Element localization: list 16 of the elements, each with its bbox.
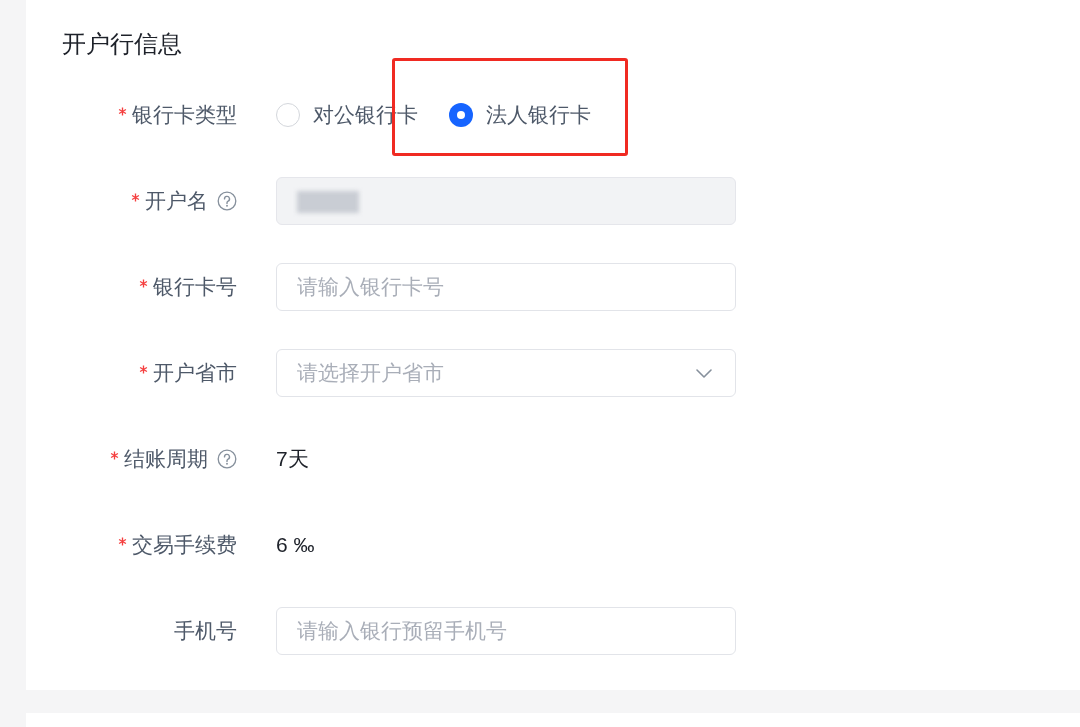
select-field[interactable]: 请选择开户省市 (276, 349, 736, 397)
field-label: 银行卡号 (153, 274, 237, 300)
field-label: 交易手续费 (132, 532, 237, 558)
field-label: 开户名 (145, 188, 208, 214)
field-label: 开户省市 (153, 360, 237, 386)
section-title: 开户行信息 (62, 29, 182, 59)
field-value: 6 ‰ (276, 532, 315, 558)
field-value: 7天 (276, 446, 309, 472)
text-input[interactable]: 请输入银行卡号 (276, 263, 736, 311)
radio-option[interactable]: 法人银行卡 (449, 101, 591, 129)
field-label: 手机号 (174, 618, 237, 644)
field-label: 结账周期 (124, 446, 208, 472)
help-icon[interactable] (217, 449, 237, 469)
text-input[interactable]: 请输入银行预留手机号 (276, 607, 736, 655)
field-label: 银行卡类型 (132, 102, 237, 128)
chevron-down-icon (696, 369, 712, 378)
